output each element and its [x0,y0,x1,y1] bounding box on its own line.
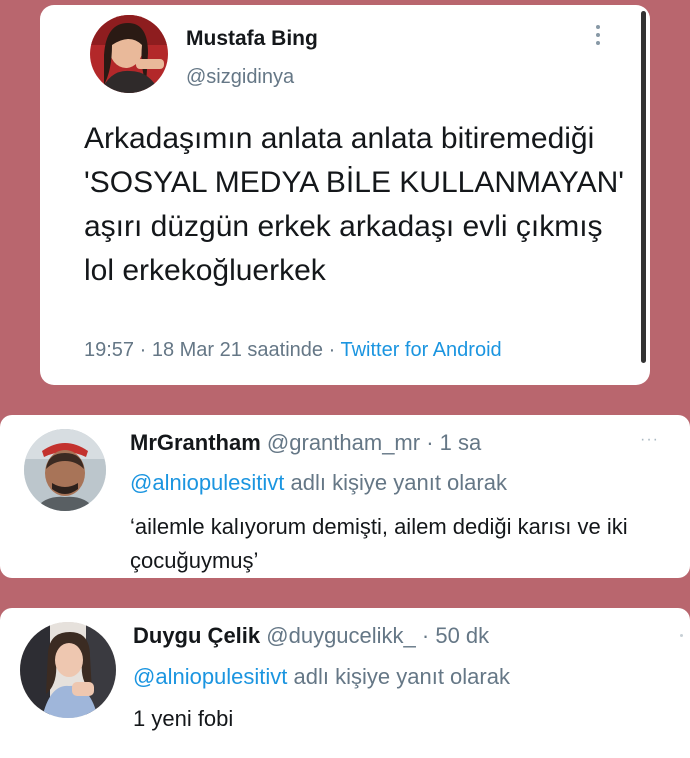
reply-card[interactable]: MrGrantham @grantham_mr · 1 sa ··· @alni… [0,415,690,578]
reply-card[interactable]: Duygu Çelik @duygucelikk_ · 50 dk @alnio… [0,608,690,758]
author-handle[interactable]: @duygucelikk_ [266,623,416,648]
tweet-timestamp: 19:57 · 18 Mar 21 saatinde · [84,339,341,361]
reply-to-label: adlı kişiye yanıt olarak [284,470,507,495]
reply-header: MrGrantham @grantham_mr · 1 sa [130,430,481,456]
more-options-icon[interactable]: ··· [640,431,659,449]
tweet-text: Arkadaşımın anlata anlata bitiremediği '… [84,122,624,287]
reply-header: Duygu Çelik @duygucelikk_ · 50 dk [133,623,489,649]
reply-context: @alniopulesitivt adlı kişiye yanıt olara… [130,470,507,496]
reply-to-handle[interactable]: @alniopulesitivt [130,470,284,495]
reply-context: @alniopulesitivt adlı kişiye yanıt olara… [133,664,510,690]
more-options-icon[interactable] [680,634,683,637]
author-handle[interactable]: @grantham_mr [267,430,420,455]
reply-to-handle[interactable]: @alniopulesitivt [133,664,287,689]
reply-text: 1 yeni fobi [133,706,234,731]
reply-to-label: adlı kişiye yanıt olarak [287,664,510,689]
reply-age: · 1 sa [420,430,482,455]
tweet-meta: 19:57 · 18 Mar 21 saatinde · Twitter for… [84,339,502,362]
author-name[interactable]: Duygu Çelik [133,623,260,648]
avatar[interactable] [20,622,116,718]
author-name[interactable]: MrGrantham [130,430,261,455]
more-options-icon[interactable] [596,25,602,49]
reply-text: ‘ailemle kalıyorum demişti, ailem dediği… [130,514,628,573]
tweet-source-link[interactable]: Twitter for Android [340,339,501,361]
main-tweet-card[interactable]: Mustafa Bing @sizgidinya Arkadaşımın anl… [40,5,650,385]
author-name[interactable]: Mustafa Bing [186,27,318,51]
avatar[interactable] [24,429,106,511]
reply-age: · 50 dk [415,623,490,648]
avatar[interactable] [90,15,168,93]
scrollbar[interactable] [641,11,646,363]
author-handle[interactable]: @sizgidinya [186,66,294,89]
